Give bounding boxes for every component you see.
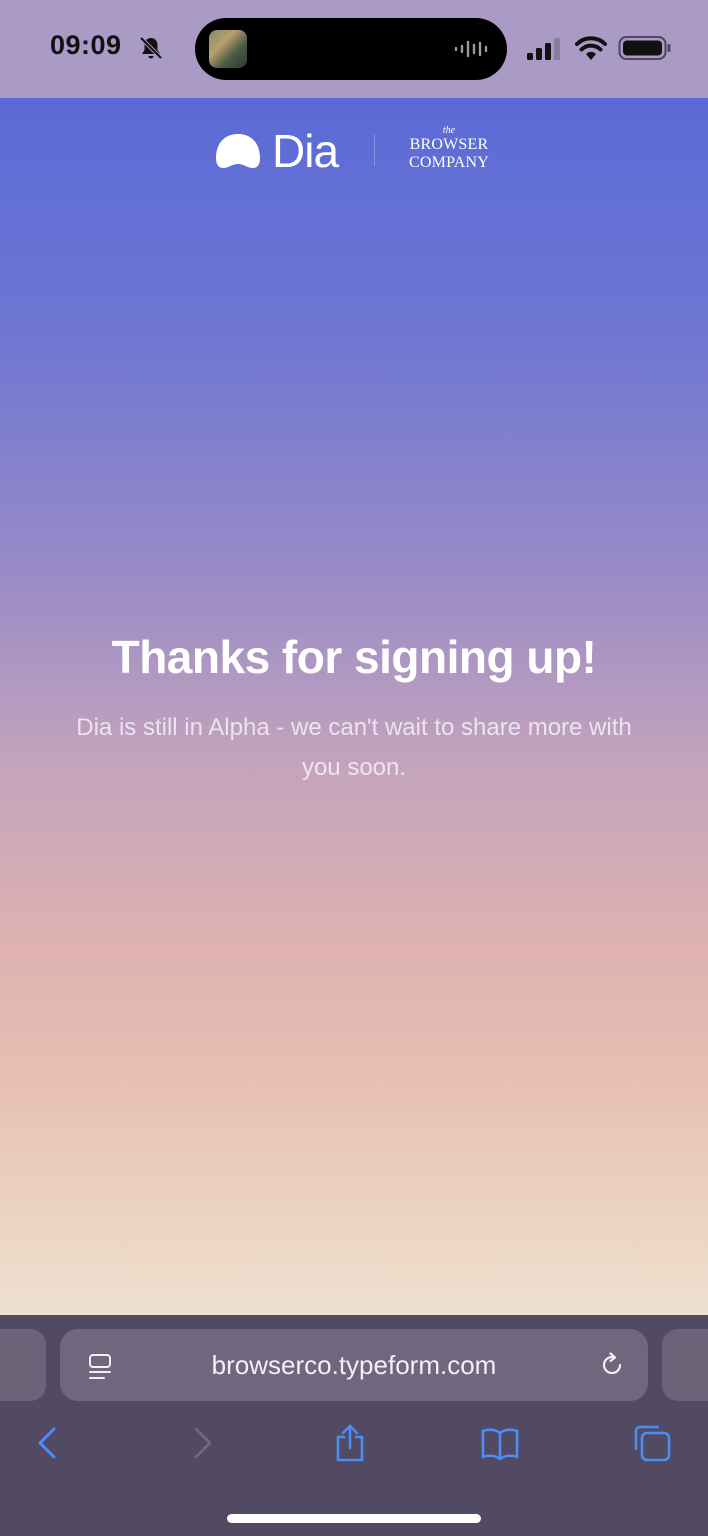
header-divider <box>374 134 375 166</box>
next-tab-peek[interactable] <box>662 1329 708 1401</box>
now-playing-artwork <box>209 30 247 68</box>
url-text[interactable]: browserco.typeform.com <box>60 1350 648 1381</box>
browser-toolbar <box>0 1411 708 1481</box>
back-chevron-icon[interactable] <box>28 1423 68 1463</box>
web-content: Dia the BROWSER COMPANY Thanks for signi… <box>0 98 708 1315</box>
bookmarks-icon[interactable] <box>480 1423 520 1463</box>
company-line-1: BROWSER <box>409 136 489 153</box>
company-line-2: COMPANY <box>409 154 489 171</box>
tabs-icon[interactable] <box>632 1423 672 1463</box>
battery-icon <box>618 36 671 60</box>
thanks-heading: Thanks for signing up! <box>111 631 597 683</box>
site-header: Dia the BROWSER COMPANY <box>0 98 708 208</box>
dia-logo-icon[interactable] <box>214 132 262 170</box>
forward-chevron-icon[interactable] <box>182 1423 222 1463</box>
browser-company-logo[interactable]: the BROWSER COMPANY <box>398 126 500 172</box>
reload-icon[interactable] <box>598 1351 626 1379</box>
cellular-signal-icon <box>527 38 560 60</box>
audio-waveform-icon <box>454 40 488 58</box>
address-bar[interactable]: browserco.typeform.com <box>60 1329 648 1401</box>
share-icon[interactable] <box>330 1423 370 1463</box>
bell-slash-icon <box>139 36 163 60</box>
dynamic-island[interactable] <box>195 18 507 80</box>
home-indicator[interactable] <box>227 1514 481 1523</box>
status-bar: 09:09 <box>0 0 708 98</box>
status-time: 09:09 <box>50 30 122 60</box>
brand-name[interactable]: Dia <box>272 124 339 178</box>
previous-tab-peek[interactable] <box>0 1329 46 1401</box>
company-prefix: the <box>442 125 456 136</box>
browser-chrome: browserco.typeform.com <box>0 1315 708 1536</box>
alpha-message: Dia is still in Alpha - we can't wait to… <box>76 714 632 781</box>
wifi-icon <box>575 36 607 60</box>
